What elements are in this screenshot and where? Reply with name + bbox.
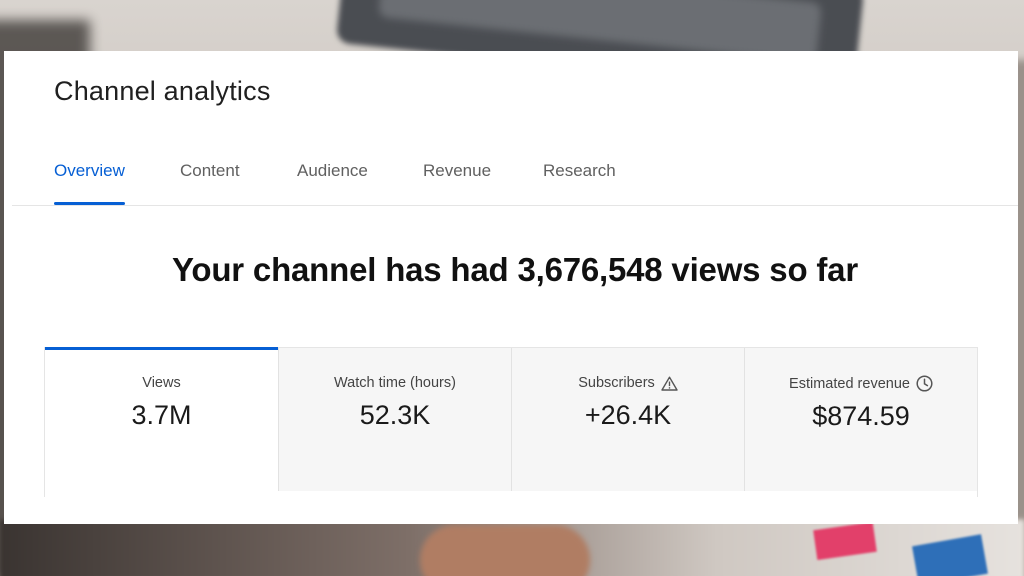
- metric-card-subscribers[interactable]: Subscribers +26.4K: [511, 348, 744, 491]
- metric-label: Views: [142, 375, 181, 391]
- metric-card-watch-time[interactable]: Watch time (hours) 52.3K: [278, 348, 511, 491]
- metric-value: 52.3K: [359, 400, 431, 430]
- analytics-panel: Channel analytics Overview Content Audie…: [4, 51, 1018, 524]
- tab-overview[interactable]: Overview: [54, 161, 125, 205]
- tab-content[interactable]: Content: [180, 161, 240, 205]
- metric-label: Estimated revenue: [789, 375, 910, 392]
- tab-revenue[interactable]: Revenue: [423, 161, 491, 205]
- tab-research[interactable]: Research: [543, 161, 616, 205]
- lifetime-views-headline: Your channel has had 3,676,548 views so …: [172, 251, 858, 288]
- tab-audience[interactable]: Audience: [297, 161, 368, 205]
- clock-icon[interactable]: [916, 375, 933, 392]
- metric-label: Subscribers: [578, 375, 655, 391]
- metric-card-views[interactable]: Views 3.7M: [45, 347, 278, 491]
- metric-cards: Views 3.7M Watch time (hours) 52.3K Subs…: [44, 347, 978, 497]
- page-title: Channel analytics: [54, 76, 271, 106]
- tab-bar: Overview Content Audience Revenue Resear…: [12, 149, 1018, 206]
- metric-card-estimated-revenue[interactable]: Estimated revenue $874.59: [744, 348, 977, 491]
- warning-icon[interactable]: [661, 376, 678, 391]
- metric-value: 3.7M: [131, 400, 192, 430]
- metric-value: $874.59: [812, 400, 910, 431]
- metric-value: +26.4K: [584, 400, 672, 430]
- metric-label: Watch time (hours): [334, 375, 456, 391]
